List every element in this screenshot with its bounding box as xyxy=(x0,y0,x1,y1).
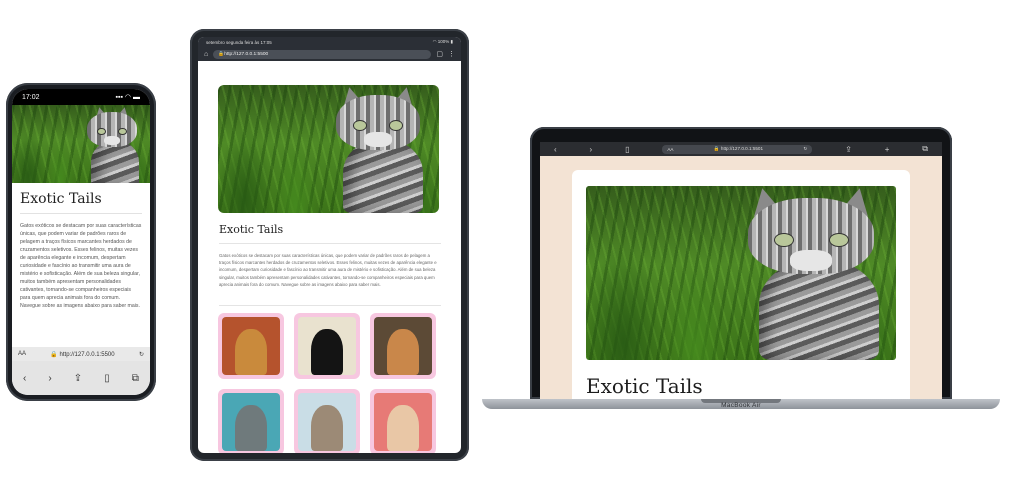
page-title: Exotic Tails xyxy=(586,374,703,398)
phone-screen: 17:02 ▪▪▪ ◠ ▬ Exotic Tails Gatos exótico… xyxy=(12,89,150,395)
tablet-screen: setembro segunda feira às 17:05 ◠ 100% ▮… xyxy=(198,37,461,453)
cat-figure xyxy=(328,85,428,213)
black-cat-tile[interactable] xyxy=(294,313,360,379)
phone-time: 17:02 xyxy=(22,93,40,101)
cat-figure xyxy=(310,404,344,451)
share-icon[interactable]: ⇪ xyxy=(74,373,82,384)
tablet-date: setembro segunda feira às 17:05 xyxy=(206,39,272,45)
text-size-icon[interactable]: AA xyxy=(667,147,673,152)
cat-figure xyxy=(736,186,886,360)
laptop-screen: ‹ › ▯ AA 🔒 http://127.0.0.1:5501 ↻ ⇪ + ⧉… xyxy=(540,142,942,399)
tablet-url-field[interactable]: 🔒 http://127.0.0.1:5500 xyxy=(213,49,432,59)
divider xyxy=(219,243,441,244)
tabs-icon[interactable]: ▢ xyxy=(436,50,443,58)
bengal-cat-photo[interactable] xyxy=(222,317,280,375)
phone-device: 17:02 ▪▪▪ ◠ ▬ Exotic Tails Gatos exótico… xyxy=(6,83,156,401)
back-icon[interactable]: ‹ xyxy=(554,145,557,154)
tabs-icon[interactable]: ⧉ xyxy=(132,373,139,384)
phone-content: Exotic Tails Gatos exóticos se destacam … xyxy=(12,183,150,316)
caracal-cat-tile[interactable] xyxy=(370,313,436,379)
intro-paragraph: Gatos exóticos se destacam por suas cara… xyxy=(20,223,142,309)
text-size-icon[interactable]: AA xyxy=(18,351,26,357)
tablet-battery: ◠ 100% ▮ xyxy=(432,39,453,44)
back-icon[interactable]: ‹ xyxy=(23,373,26,384)
tabby-cat-photo[interactable] xyxy=(298,393,356,451)
tablet-address-bar: ⌂ 🔒 http://127.0.0.1:5500 ▢ ⋮ xyxy=(198,47,461,61)
cat-figure xyxy=(386,404,420,451)
sidebar-icon[interactable]: ▯ xyxy=(625,145,629,154)
phone-signal-icons: ▪▪▪ ◠ ▬ xyxy=(115,94,140,101)
hero-cat-photo xyxy=(586,186,896,360)
cat-gallery xyxy=(218,313,440,453)
home-icon[interactable]: ⌂ xyxy=(204,51,208,58)
hero-cat-photo xyxy=(218,85,439,213)
browser-toolbar: ‹ › ▯ AA 🔒 http://127.0.0.1:5501 ↻ ⇪ + ⧉ xyxy=(540,142,942,156)
bookmarks-icon[interactable]: ▯ xyxy=(104,373,110,384)
reload-icon[interactable]: ↻ xyxy=(139,351,144,358)
cat-figure xyxy=(234,328,268,375)
hero-cat-photo xyxy=(12,105,150,183)
page-title: Exotic Tails xyxy=(20,191,102,207)
grey-cat-photo[interactable] xyxy=(222,393,280,451)
laptop-device: ‹ › ▯ AA 🔒 http://127.0.0.1:5501 ↻ ⇪ + ⧉… xyxy=(482,127,1000,409)
cat-figure xyxy=(386,328,420,375)
phone-notch xyxy=(55,89,107,103)
share-icon[interactable]: ⇪ xyxy=(845,145,852,154)
tablet-status-bar: setembro segunda feira às 17:05 ◠ 100% ▮ xyxy=(198,37,461,47)
laptop-url-field[interactable]: AA 🔒 http://127.0.0.1:5501 ↻ xyxy=(662,144,813,154)
caracal-cat-photo[interactable] xyxy=(374,317,432,375)
laptop-model-label: MacBook Air xyxy=(721,402,761,409)
divider xyxy=(219,305,441,306)
tabby-cat-tile[interactable] xyxy=(294,389,360,453)
menu-icon[interactable]: ⋮ xyxy=(448,50,455,58)
new-tab-icon[interactable]: + xyxy=(885,145,890,154)
intro-paragraph: Gatos exóticos se destacam por suas cara… xyxy=(219,253,437,287)
cat-figure xyxy=(310,328,344,375)
tablet-device: setembro segunda feira às 17:05 ◠ 100% ▮… xyxy=(190,29,469,461)
sphynx-cat-photo[interactable] xyxy=(374,393,432,451)
black-cat-photo[interactable] xyxy=(298,317,356,375)
cat-figure xyxy=(234,404,268,451)
phone-address-bar[interactable]: AA 🔒 http://127.0.0.1:5500 ↻ xyxy=(12,347,150,361)
forward-icon[interactable]: › xyxy=(590,145,593,154)
sphynx-cat-tile[interactable] xyxy=(370,389,436,453)
page-title: Exotic Tails xyxy=(219,223,284,236)
tabs-overview-icon[interactable]: ⧉ xyxy=(922,144,928,154)
cat-figure xyxy=(82,105,142,183)
laptop-url[interactable]: 🔒 http://127.0.0.1:5501 xyxy=(714,146,763,152)
phone-toolbar: ‹ › ⇪ ▯ ⧉ xyxy=(12,361,150,395)
forward-icon[interactable]: › xyxy=(48,373,51,384)
grey-cat-tile[interactable] xyxy=(218,389,284,453)
reload-icon[interactable]: ↻ xyxy=(803,146,807,152)
bengal-cat-tile[interactable] xyxy=(218,313,284,379)
divider xyxy=(20,213,142,214)
phone-url[interactable]: 🔒 http://127.0.0.1:5500 xyxy=(50,351,114,358)
